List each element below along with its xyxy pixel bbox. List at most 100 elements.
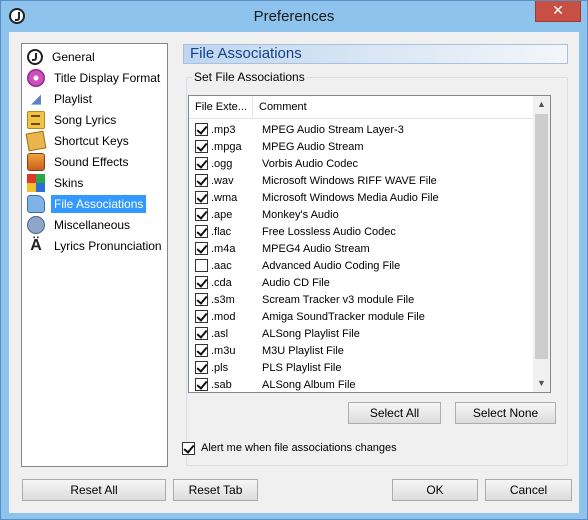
nav-item-label: Sound Effects bbox=[54, 155, 129, 169]
row-ext: .asl bbox=[211, 327, 229, 340]
row-comment: MPEG Audio Stream bbox=[262, 140, 364, 153]
song-lyrics-icon bbox=[27, 111, 45, 129]
row-ext: .s3m bbox=[211, 293, 235, 306]
row-checkbox[interactable] bbox=[195, 276, 208, 289]
row-checkbox[interactable] bbox=[195, 293, 208, 306]
title-bar[interactable]: Preferences ✕ bbox=[1, 1, 587, 32]
scrollbar-thumb[interactable] bbox=[535, 114, 548, 359]
file-association-list[interactable]: File Exte... Comment .mp3 MPEG Audio Stre… bbox=[188, 95, 551, 393]
list-row[interactable]: .ogg Vorbis Audio Codec bbox=[189, 155, 533, 172]
list-row[interactable]: .mpga MPEG Audio Stream bbox=[189, 138, 533, 155]
nav-item-sound-effects[interactable]: Sound Effects bbox=[27, 152, 167, 172]
list-row[interactable]: .asl ALSong Playlist File bbox=[189, 325, 533, 342]
nav-item-general[interactable]: General bbox=[27, 47, 167, 67]
row-comment: Audio CD File bbox=[262, 276, 330, 289]
select-all-button[interactable]: Select All bbox=[348, 402, 441, 424]
row-comment: Amiga SoundTracker module File bbox=[262, 310, 425, 323]
nav-item-label: Skins bbox=[54, 176, 84, 190]
list-row[interactable]: .ape Monkey's Audio bbox=[189, 206, 533, 223]
scroll-up-arrow-icon[interactable]: ▲ bbox=[533, 96, 550, 113]
row-ext: .pls bbox=[211, 361, 229, 374]
nav-item-playlist[interactable]: ◢ Playlist bbox=[27, 89, 167, 109]
row-comment: Scream Tracker v3 module File bbox=[262, 293, 415, 306]
list-row[interactable]: .s3m Scream Tracker v3 module File bbox=[189, 291, 533, 308]
row-checkbox[interactable] bbox=[195, 208, 208, 221]
nav-item-label: Lyrics Pronunciation bbox=[54, 239, 162, 253]
row-checkbox[interactable] bbox=[195, 242, 208, 255]
row-checkbox[interactable] bbox=[195, 191, 208, 204]
list-row[interactable]: .wma Microsoft Windows Media Audio File bbox=[189, 189, 533, 206]
reset-tab-button[interactable]: Reset Tab bbox=[173, 479, 258, 501]
row-comment: MPEG Audio Stream Layer-3 bbox=[262, 123, 404, 136]
close-button[interactable]: ✕ bbox=[535, 1, 581, 22]
nav-item-file-associations[interactable]: File Associations bbox=[27, 194, 167, 214]
title-display-icon bbox=[27, 69, 45, 87]
row-ext: .wav bbox=[211, 174, 234, 187]
list-header: File Exte... Comment bbox=[189, 96, 533, 119]
preferences-window: Preferences ✕ General Title Display Form… bbox=[0, 0, 588, 520]
row-checkbox[interactable] bbox=[195, 344, 208, 357]
row-ext: .mpga bbox=[211, 140, 242, 153]
list-row[interactable]: .m4a MPEG4 Audio Stream bbox=[189, 240, 533, 257]
row-ext: .m4a bbox=[211, 242, 236, 255]
list-row[interactable]: .mod Amiga SoundTracker module File bbox=[189, 308, 533, 325]
scroll-down-arrow-icon[interactable]: ▼ bbox=[533, 375, 550, 392]
row-checkbox[interactable] bbox=[195, 259, 208, 272]
row-checkbox[interactable] bbox=[195, 123, 208, 136]
row-checkbox[interactable] bbox=[195, 361, 208, 374]
row-comment: MPEG4 Audio Stream bbox=[262, 242, 370, 255]
nav-item-lyrics-pronunciation[interactable]: Ä Lyrics Pronunciation bbox=[27, 236, 167, 256]
list-row[interactable]: .pls PLS Playlist File bbox=[189, 359, 533, 376]
nav-item-label: Playlist bbox=[54, 92, 93, 106]
playlist-icon: ◢ bbox=[31, 91, 41, 106]
general-icon bbox=[27, 49, 43, 65]
category-list[interactable]: General Title Display Format ◢ Playlist … bbox=[21, 43, 168, 467]
list-row[interactable]: .aac Advanced Audio Coding File bbox=[189, 257, 533, 274]
row-ext: .cda bbox=[211, 276, 232, 289]
row-checkbox[interactable] bbox=[195, 157, 208, 170]
row-comment: Microsoft Windows RIFF WAVE File bbox=[262, 174, 437, 187]
row-checkbox[interactable] bbox=[195, 378, 208, 391]
row-comment: PLS Playlist File bbox=[262, 361, 342, 374]
list-row[interactable]: .flac Free Lossless Audio Codec bbox=[189, 223, 533, 240]
row-ext: .mod bbox=[211, 310, 236, 323]
vertical-scrollbar[interactable]: ▲ ▼ bbox=[533, 96, 550, 392]
miscellaneous-icon bbox=[27, 216, 45, 234]
row-checkbox[interactable] bbox=[195, 225, 208, 238]
nav-item-skins[interactable]: Skins bbox=[27, 173, 167, 193]
nav-item-label: Song Lyrics bbox=[54, 113, 117, 127]
column-header-ext[interactable]: File Exte... bbox=[189, 96, 253, 119]
list-row[interactable]: .wav Microsoft Windows RIFF WAVE File bbox=[189, 172, 533, 189]
row-ext: .m3u bbox=[211, 344, 236, 357]
list-row[interactable]: .m3u M3U Playlist File bbox=[189, 342, 533, 359]
row-comment: ALSong Playlist File bbox=[262, 327, 360, 340]
row-ext: .aac bbox=[211, 259, 232, 272]
row-checkbox[interactable] bbox=[195, 140, 208, 153]
alert-checkbox[interactable] bbox=[182, 442, 195, 455]
row-checkbox[interactable] bbox=[195, 310, 208, 323]
row-ext: .ogg bbox=[211, 157, 233, 170]
column-header-comment[interactable]: Comment bbox=[253, 96, 533, 119]
nav-item-shortcut-keys[interactable]: Shortcut Keys bbox=[25, 130, 167, 152]
list-row[interactable]: .sab ALSong Album File bbox=[189, 376, 533, 392]
nav-item-title-display-format[interactable]: Title Display Format bbox=[27, 68, 167, 88]
nav-item-label: File Associations bbox=[51, 195, 147, 213]
section-header: File Associations bbox=[183, 44, 568, 64]
row-checkbox[interactable] bbox=[195, 327, 208, 340]
row-checkbox[interactable] bbox=[195, 174, 208, 187]
list-row[interactable]: .mp3 MPEG Audio Stream Layer-3 bbox=[189, 121, 533, 138]
ok-button[interactable]: OK bbox=[392, 479, 478, 501]
reset-all-button[interactable]: Reset All bbox=[22, 479, 166, 501]
row-comment: ALSong Album File bbox=[262, 378, 356, 391]
nav-item-label: Miscellaneous bbox=[54, 218, 131, 232]
file-associations-icon bbox=[27, 195, 45, 213]
nav-item-song-lyrics[interactable]: Song Lyrics bbox=[27, 110, 167, 130]
nav-item-label: Title Display Format bbox=[54, 71, 161, 85]
row-comment: M3U Playlist File bbox=[262, 344, 344, 357]
list-row[interactable]: .cda Audio CD File bbox=[189, 274, 533, 291]
row-comment: Microsoft Windows Media Audio File bbox=[262, 191, 439, 204]
select-none-button[interactable]: Select None bbox=[455, 402, 556, 424]
cancel-button[interactable]: Cancel bbox=[485, 479, 572, 501]
alert-label: Alert me when file associations changes bbox=[201, 442, 397, 454]
nav-item-miscellaneous[interactable]: Miscellaneous bbox=[27, 215, 167, 235]
